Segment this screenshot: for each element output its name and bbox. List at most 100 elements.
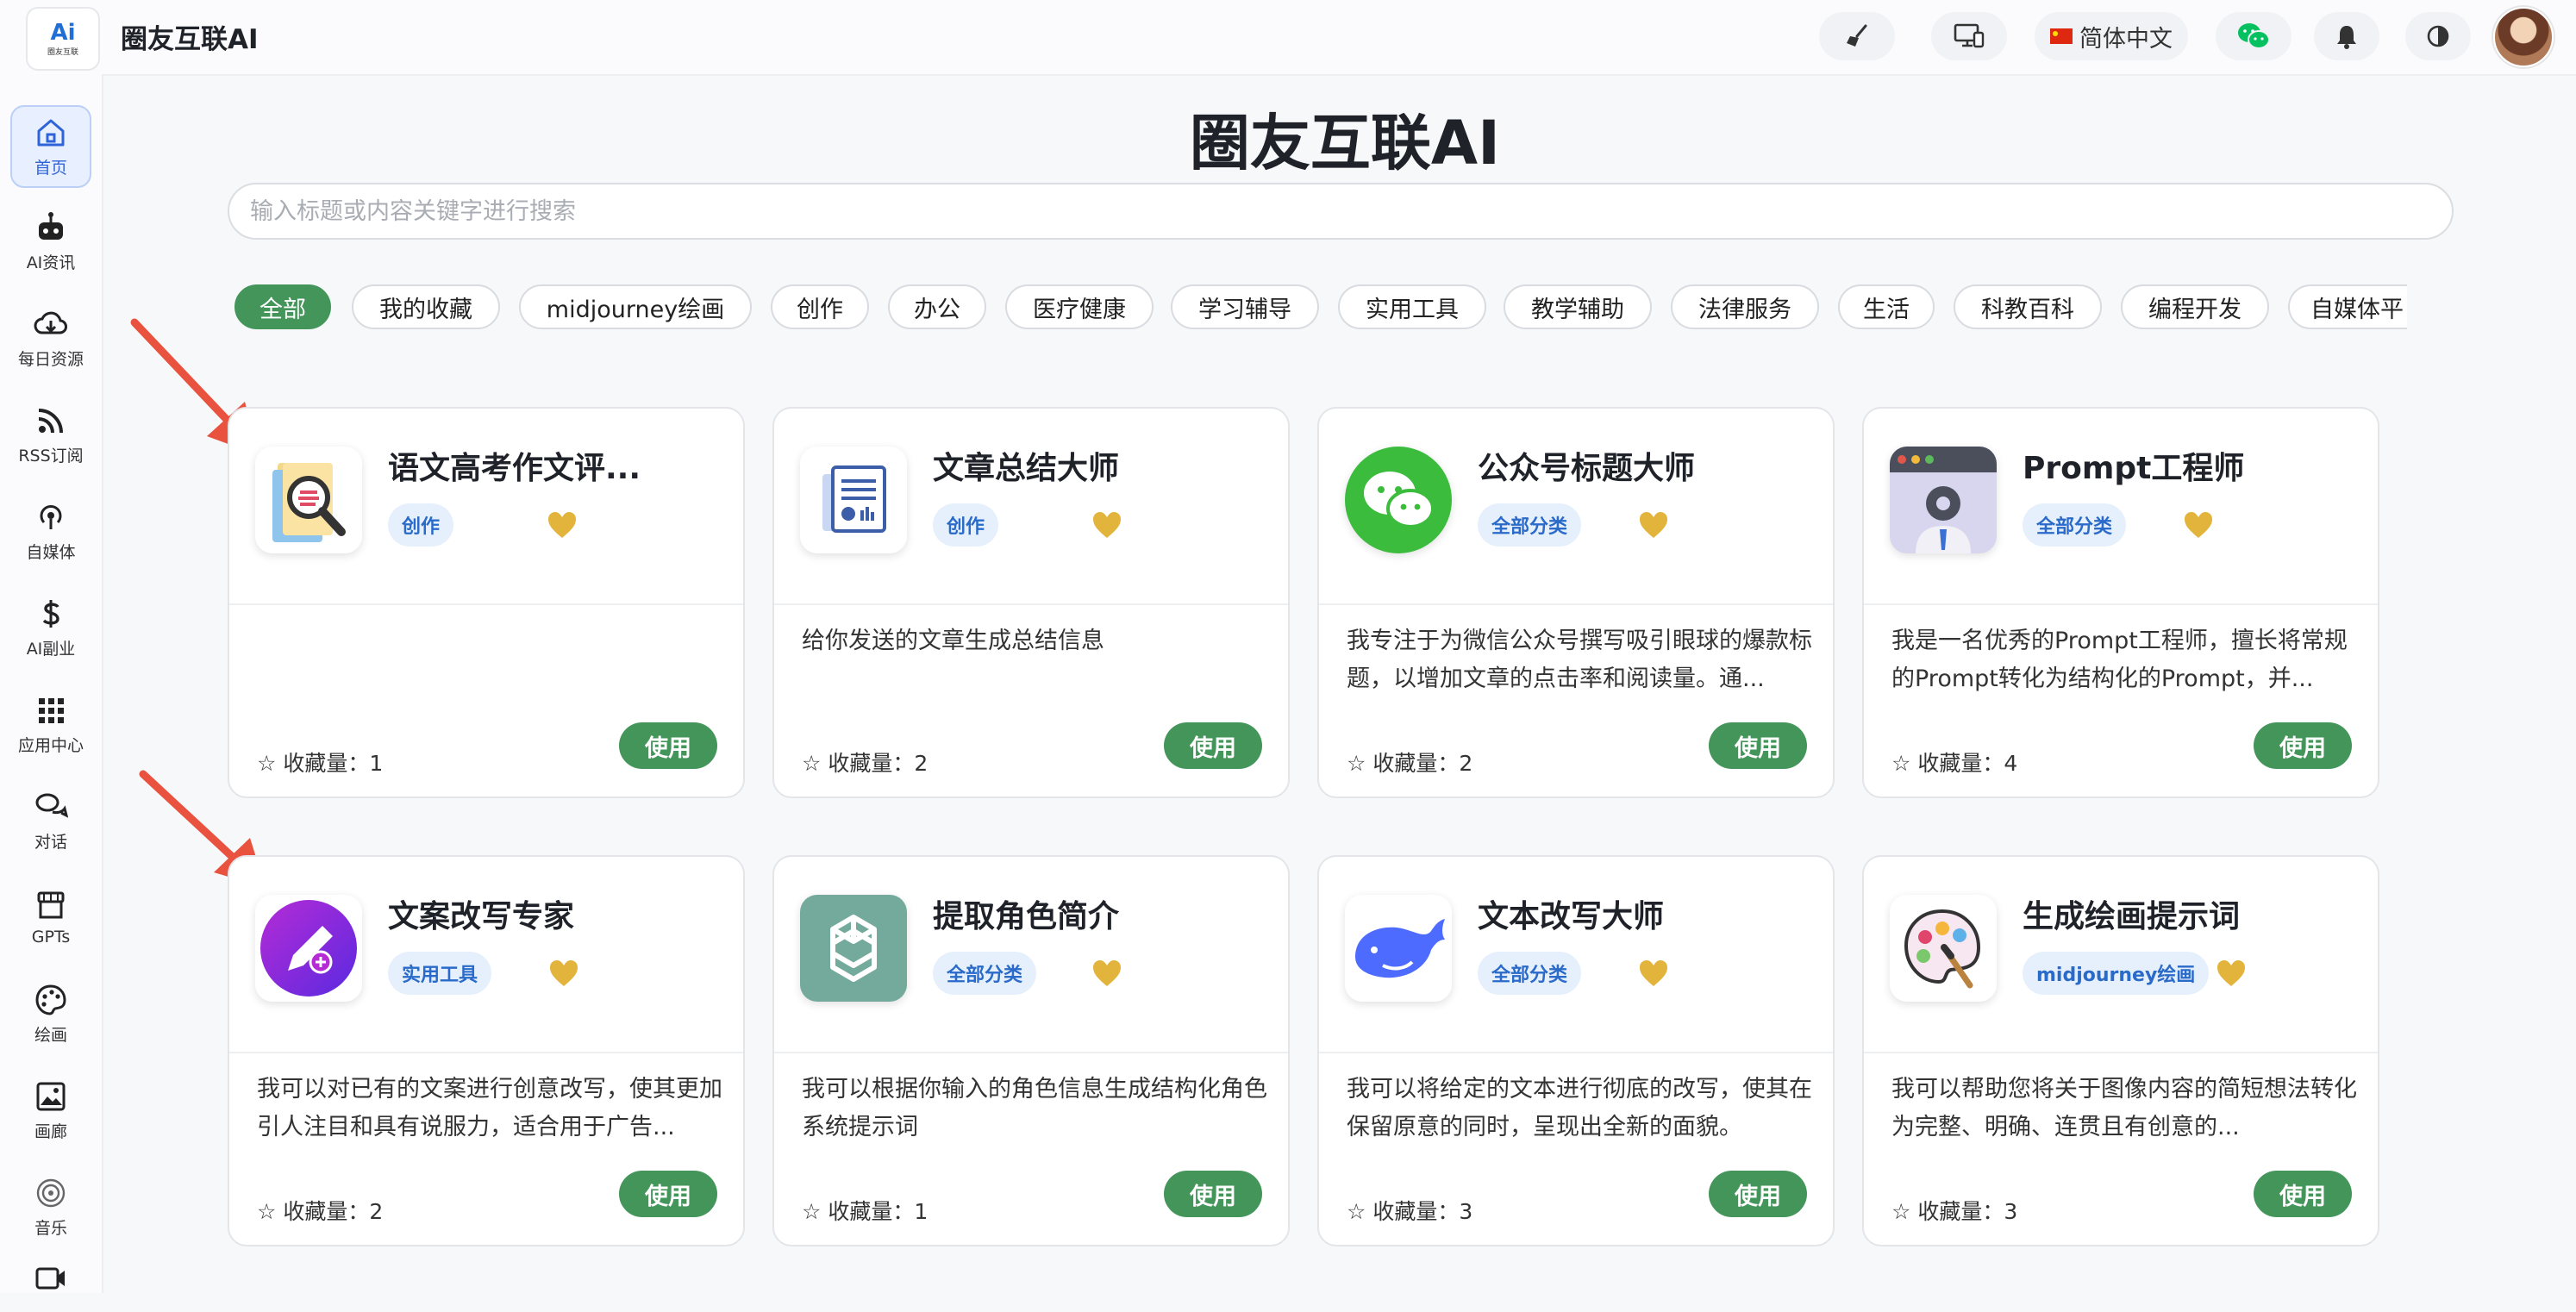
category-chip[interactable]: 学习辅导 [1171,284,1319,329]
use-button[interactable]: 使用 [1164,1171,1262,1217]
sidebar-label: 对话 [34,832,67,852]
sidebar-item-self-media[interactable]: 自媒体 [10,490,91,572]
use-button[interactable]: 使用 [1709,1171,1807,1217]
card-icon [800,895,907,1002]
category-tag: 全部分类 [1478,952,1582,995]
heart-icon[interactable] [1638,959,1669,988]
card-title: Prompt工程师 [2023,451,2245,486]
assistant-card[interactable]: 生成绘画提示词 midjourney绘画 我可以帮助您将关于图像内容的简短想法转… [1862,855,2379,1246]
card-header: 文案改写专家 实用工具 [229,857,743,1053]
use-button[interactable]: 使用 [2254,722,2352,769]
assistant-card[interactable]: 文案改写专家 实用工具 我可以对已有的文案进行创意改写，使其更加引人注目和具有说… [228,855,745,1246]
theme-toggle-button[interactable] [2405,12,2471,60]
palette-icon [1904,909,1981,989]
category-chip[interactable]: 医疗健康 [1005,284,1154,329]
assistant-card[interactable]: 语文高考作文评... 创作 ☆ 收藏量：1 使用 [228,407,745,798]
sidebar-item-gallery[interactable]: 画廊 [10,1069,91,1152]
use-button[interactable]: 使用 [619,1171,717,1217]
favorites-value: 2 [914,751,928,776]
category-chip[interactable]: 教学辅助 [1504,284,1652,329]
sidebar-item-home[interactable]: 首页 [10,105,91,188]
sidebar-item-drawing[interactable]: 绘画 [10,972,91,1055]
card-icon [255,447,362,553]
category-chip[interactable]: 自媒体平 [2288,284,2407,329]
theme-toggle-icon [2427,25,2449,47]
card-icon [1345,447,1452,553]
flag-cn-icon [2050,28,2073,44]
favorites-count: ☆ 收藏量：2 [1347,747,1472,778]
engineer-icon [1890,447,1997,553]
sidebar-label: GPTs [31,928,71,947]
favorites-value: 2 [369,1199,384,1224]
assistant-card[interactable]: Prompt工程师 全部分类 我是一名优秀的Prompt工程师，擅长将常规的Pr… [1862,407,2379,798]
sidebar-item-rss[interactable]: RSS订阅 [10,393,91,476]
assistant-card[interactable]: 公众号标题大师 全部分类 我专注于为微信公众号撰写吸引眼球的爆款标题，以增加文章… [1317,407,1835,798]
card-description: 我专注于为微信公众号撰写吸引眼球的爆款标题，以增加文章的点击率和阅读量。通... [1347,628,1812,692]
favorites-value: 1 [369,751,384,776]
favorites-label: 收藏量： [1372,751,1460,776]
clear-button[interactable] [1819,12,1895,60]
heart-icon[interactable] [2183,510,2214,540]
wechat-button[interactable] [2216,12,2292,60]
monitor-icon [1954,23,1985,48]
palette-icon [35,984,66,1015]
wechat-icon [1364,472,1435,528]
heart-icon[interactable] [1091,510,1122,540]
card-icon [1890,895,1997,1002]
pen-edit-icon [260,900,357,996]
heart-icon[interactable] [1638,510,1669,540]
use-button[interactable]: 使用 [2254,1171,2352,1217]
notifications-button[interactable] [2314,12,2379,60]
card-header: 提取角色简介 全部分类 [774,857,1288,1053]
favorites-label: 收藏量： [828,751,915,776]
desktop-button[interactable] [1931,12,2007,60]
sidebar-item-daily-resources[interactable]: 每日资源 [10,297,91,379]
app-logo[interactable]: Ai 圈友互联 [26,7,100,71]
star-icon: ☆ [802,1199,822,1224]
category-chip[interactable]: 生活 [1838,284,1935,329]
heart-icon[interactable] [2216,959,2247,988]
heart-icon[interactable] [1091,959,1122,988]
card-title: 生成绘画提示词 [2023,899,2241,934]
user-avatar[interactable] [2493,7,2554,67]
sidebar-item-video[interactable] [10,1260,91,1312]
category-chip[interactable]: midjourney绘画 [519,284,752,329]
assistant-card[interactable]: 文章总结大师 创作 给你发送的文章生成总结信息 ☆ 收藏量：2 使用 [772,407,1290,798]
sidebar-item-chat[interactable]: 对话 [10,779,91,862]
heart-icon[interactable] [547,510,578,540]
category-chip[interactable]: 实用工具 [1338,284,1486,329]
favorites-label: 收藏量： [1917,1199,2004,1224]
card-description: 我可以根据你输入的角色信息生成结构化角色系统提示词 [802,1076,1267,1140]
language-select[interactable]: 简体中文 [2035,12,2188,60]
podcast-icon [40,504,62,529]
card-description: 我可以将给定的文本进行彻底的改写，使其在保留原意的同时，呈现出全新的面貌。 [1347,1076,1812,1140]
heart-icon[interactable] [548,959,579,988]
favorites-label: 收藏量： [283,751,370,776]
sidebar-label: 音乐 [34,1218,67,1238]
use-button[interactable]: 使用 [1164,722,1262,769]
category-chip[interactable]: 科教百科 [1954,284,2102,329]
sidebar-label: 绘画 [34,1025,67,1045]
category-tag: midjourney绘画 [2023,952,2210,995]
assistant-card[interactable]: 提取角色简介 全部分类 我可以根据你输入的角色信息生成结构化角色系统提示词 ☆ … [772,855,1290,1246]
sidebar-item-ai-news[interactable]: AI资讯 [10,200,91,283]
search-input[interactable] [228,183,2454,240]
category-chip[interactable]: 编程开发 [2121,284,2269,329]
favorites-value: 3 [1459,1199,1473,1224]
sidebar-item-app-center[interactable]: 应用中心 [10,683,91,765]
sidebar-item-gpts[interactable]: GPTs [10,876,91,959]
assistant-card[interactable]: 文本改写大师 全部分类 我可以将给定的文本进行彻底的改写，使其在保留原意的同时，… [1317,855,1835,1246]
category-chip[interactable]: 我的收藏 [352,284,500,329]
sidebar-label: 首页 [34,158,67,178]
card-icon [255,895,362,1002]
category-tag: 创作 [933,503,999,547]
favorites-label: 收藏量： [1917,751,2004,776]
sidebar-label: RSS订阅 [18,446,84,465]
use-button[interactable]: 使用 [1709,722,1807,769]
category-chip[interactable]: 创作 [771,284,869,329]
category-chip[interactable]: 办公 [888,284,986,329]
use-button[interactable]: 使用 [619,722,717,769]
category-chip[interactable]: 法律服务 [1671,284,1819,329]
sidebar-item-music[interactable]: 音乐 [10,1165,91,1248]
sidebar-item-ai-side-job[interactable]: AI副业 [10,586,91,669]
